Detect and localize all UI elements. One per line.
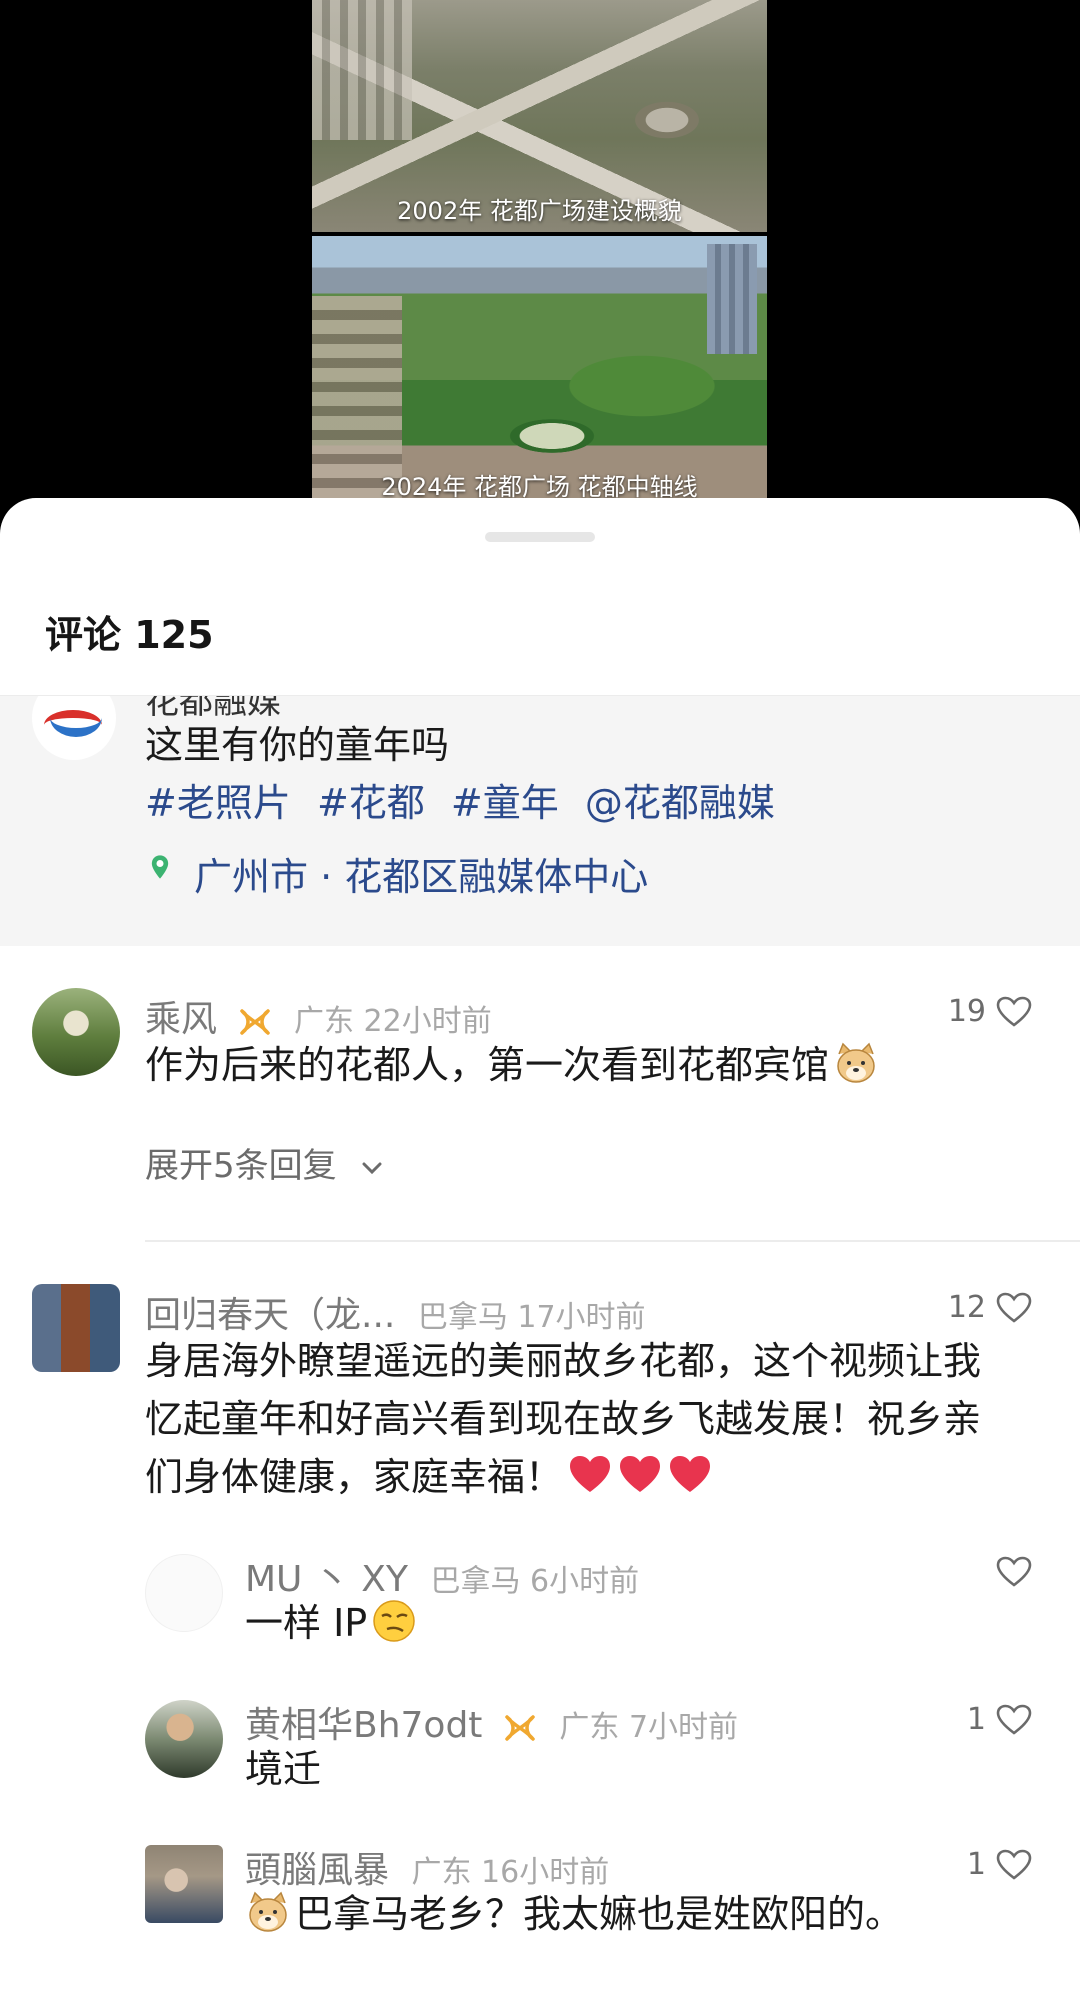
divider <box>145 1240 1080 1242</box>
sheet-drag-handle[interactable] <box>485 532 595 542</box>
like-count: 1 <box>966 1702 986 1737</box>
heart-icon <box>996 1849 1032 1880</box>
expand-replies-label: 展开5条回复 <box>145 1146 337 1186</box>
avatar[interactable] <box>145 1554 223 1632</box>
comment-text-content: 作为后来的花都人，第一次看到花都宾馆 <box>145 1043 830 1087</box>
hashtag-link[interactable]: #花都 <box>317 781 425 825</box>
comment-text-content: 身居海外瞭望遥远的美丽故乡花都，这个视频让我忆起童年和好高兴看到现在故乡飞越发展… <box>145 1339 982 1499</box>
red-heart-emoji-icon <box>670 1456 711 1492</box>
comment-count-title: 评论 125 <box>45 613 214 657</box>
hashtag-link[interactable]: #老照片 <box>145 781 291 825</box>
comment-region-time: 巴拿马 17小时前 <box>417 1300 646 1335</box>
reply-text: 境迁 <box>245 1747 322 1791</box>
video-area[interactable]: 2002年 花都广场建设概貌 2024年 花都广场 花都中轴线 <box>0 0 1080 520</box>
expand-replies-button[interactable]: 展开5条回复 <box>145 1138 385 1187</box>
avatar[interactable] <box>32 1284 120 1372</box>
photo-caption-2024: 2024年 花都广场 花都中轴线 <box>381 473 698 498</box>
doge-emoji-icon <box>837 1042 875 1083</box>
heart-icon <box>996 996 1032 1027</box>
fan-badge-icon <box>505 1714 535 1741</box>
hashtag-link[interactable]: #童年 <box>451 781 559 825</box>
smirk-emoji-icon <box>373 1600 415 1642</box>
reply-region-time: 广东 7小时前 <box>559 1710 739 1745</box>
comment-meta: 回归春天（龙... 巴拿马 17小时前 <box>145 1286 646 1338</box>
like-button[interactable] <box>986 1556 1032 1588</box>
comment-text: 作为后来的花都人，第一次看到花都宾馆 <box>145 1036 1025 1094</box>
like-count: 19 <box>947 994 986 1029</box>
like-count: 12 <box>947 1290 986 1325</box>
post-summary: 花都融媒 这里有你的童年吗 #老照片 #花都 #童年 @花都融媒 广州市 · 花… <box>0 676 1080 946</box>
reply-text-content: 一样 IP <box>245 1601 368 1645</box>
fan-badge-icon <box>239 1008 270 1035</box>
sheet-header: 评论 125 <box>0 588 1080 696</box>
heart-icon <box>996 1704 1032 1735</box>
avatar[interactable] <box>145 1700 223 1778</box>
comment-author[interactable]: 回归春天（龙... <box>145 1295 395 1336</box>
red-heart-emoji-icon <box>620 1456 661 1492</box>
heart-icon <box>996 1292 1032 1323</box>
like-button[interactable]: 19 <box>948 994 1032 1029</box>
reply-text: 巴拿马老乡？我太嫲也是姓欧阳的。 <box>245 1885 903 1943</box>
photo-caption-2002: 2002年 花都广场建设概貌 <box>397 197 682 225</box>
doge-emoji-icon <box>249 1891 287 1932</box>
reply-text: 一样 IP <box>245 1594 417 1652</box>
comment-meta: 乘风 广东 22小时前 <box>145 990 492 1042</box>
post-tags: #老照片 #花都 #童年 @花都融媒 <box>145 772 789 827</box>
comment-region-time: 广东 22小时前 <box>294 1004 492 1039</box>
mention-link[interactable]: @花都融媒 <box>585 781 775 825</box>
chevron-down-icon <box>362 1162 382 1174</box>
avatar[interactable] <box>32 988 120 1076</box>
post-caption: 这里有你的童年吗 <box>145 723 450 767</box>
comment-text: 身居海外瞭望遥远的美丽故乡花都，这个视频让我忆起童年和好高兴看到现在故乡飞越发展… <box>145 1332 1015 1506</box>
photo-2002: 2002年 花都广场建设概貌 <box>312 0 767 232</box>
like-count: 1 <box>966 1847 986 1882</box>
post-location-link[interactable]: 广州市 · 花都区融媒体中心 <box>194 846 648 901</box>
location-pin-icon <box>151 855 169 879</box>
photo-2024: 2024年 花都广场 花都中轴线 <box>312 236 767 498</box>
like-button[interactable]: 12 <box>948 1290 1032 1325</box>
reply-text-content: 巴拿马老乡？我太嫲也是姓欧阳的。 <box>295 1892 904 1936</box>
avatar[interactable] <box>145 1845 223 1923</box>
reply-region-time: 巴拿马 6小时前 <box>430 1564 640 1599</box>
like-button[interactable]: 1 <box>967 1847 1032 1882</box>
heart-icon <box>996 1556 1032 1587</box>
comment-sheet: 评论 125 花都融媒 这里有你的童年吗 #老照片 #花都 #童年 @花都融媒 … <box>0 498 1080 1997</box>
comment-author[interactable]: 乘风 <box>145 999 217 1040</box>
red-heart-emoji-icon <box>570 1456 611 1492</box>
like-button[interactable]: 1 <box>967 1702 1032 1737</box>
